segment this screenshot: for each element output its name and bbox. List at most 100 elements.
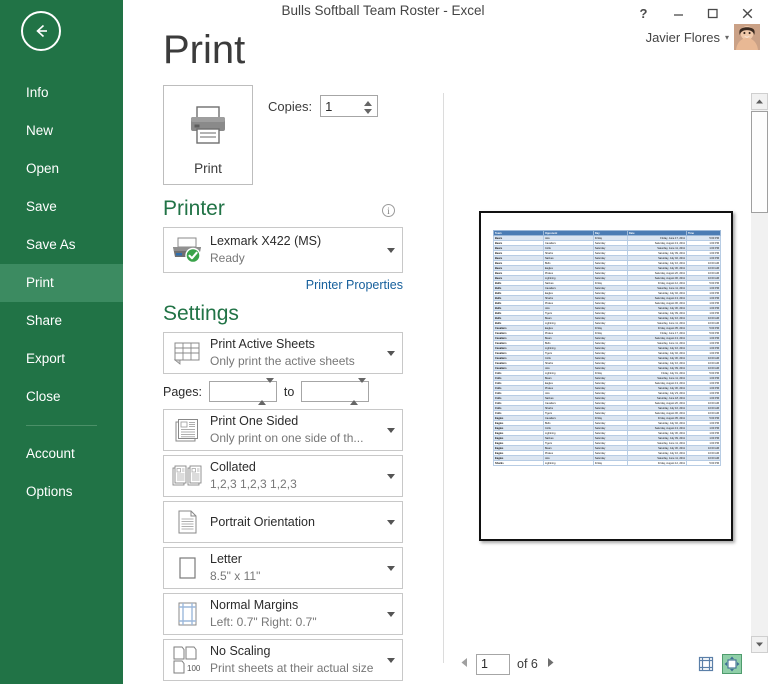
margins-subtitle: Left: 0.7" Right: 0.7" <box>210 614 380 631</box>
preview-table-body: BearsJetsFridayFriday, June 17, 20115:00… <box>494 236 721 466</box>
copies-input[interactable] <box>321 96 359 116</box>
printer-properties-row: Printer Properties <box>163 276 403 294</box>
zoom-to-page-icon[interactable] <box>722 654 742 674</box>
copies-spinner-arrows <box>362 97 374 117</box>
pages-range-row: Pages: to <box>163 381 403 402</box>
orientation-title: Portrait Orientation <box>210 514 380 531</box>
sidebar-item-close[interactable]: Close <box>0 378 123 416</box>
chevron-down-icon[interactable] <box>380 520 402 525</box>
back-arrow-icon[interactable] <box>21 11 61 51</box>
spinner-down-icon[interactable] <box>364 109 372 114</box>
printer-icon <box>185 104 231 153</box>
sidebar-item-open[interactable]: Open <box>0 150 123 188</box>
margins-select[interactable]: Normal Margins Left: 0.7" Right: 0.7" <box>163 593 403 635</box>
previous-page-icon[interactable] <box>455 655 473 673</box>
sidebar-item-new[interactable]: New <box>0 112 123 150</box>
print-sides-select[interactable]: Print One Sided Only print on one side o… <box>163 409 403 451</box>
next-page-icon[interactable] <box>542 655 560 673</box>
sidebar-item-label: Save <box>26 199 57 214</box>
chevron-down-icon[interactable] <box>380 351 402 356</box>
page-number-field[interactable] <box>476 654 510 675</box>
worksheet-icon <box>164 340 210 366</box>
pages-to-stepper[interactable] <box>301 381 369 402</box>
chevron-down-icon[interactable] <box>380 474 402 479</box>
user-name-label[interactable]: Javier Flores <box>646 30 720 45</box>
copies-label: Copies: <box>268 99 312 114</box>
printer-status: Ready <box>210 250 380 267</box>
margins-text: Normal Margins Left: 0.7" Right: 0.7" <box>210 597 380 631</box>
pages-from-spinner-arrows <box>258 378 274 405</box>
copies-stepper[interactable] <box>320 95 378 117</box>
table-cell: Friday <box>593 461 627 466</box>
avatar[interactable] <box>734 24 760 50</box>
sidebar-divider <box>26 425 97 426</box>
printer-properties-link[interactable]: Printer Properties <box>306 278 403 292</box>
spinner-up-icon[interactable] <box>258 383 266 405</box>
page-number-input[interactable] <box>477 655 509 674</box>
pages-label: Pages: <box>163 385 202 399</box>
scroll-down-icon[interactable] <box>751 636 768 653</box>
paper-size-text: Letter 8.5" x 11" <box>210 551 380 585</box>
table-row: SharksLightningFridayFriday, August 12, … <box>494 461 721 466</box>
chevron-down-icon[interactable] <box>380 248 402 253</box>
sidebar-item-save[interactable]: Save <box>0 188 123 226</box>
orientation-select[interactable]: Portrait Orientation <box>163 501 403 543</box>
chevron-down-icon[interactable]: ▾ <box>725 33 729 42</box>
sidebar-item-save-as[interactable]: Save As <box>0 226 123 264</box>
backstage-sidebar: Info New Open Save Save As Print Share E… <box>0 0 123 684</box>
paper-size-select[interactable]: Letter 8.5" x 11" <box>163 547 403 589</box>
sidebar-item-export[interactable]: Export <box>0 340 123 378</box>
close-icon[interactable] <box>732 0 762 24</box>
table-cell: Lightning <box>543 461 593 466</box>
margins-title: Normal Margins <box>210 597 380 614</box>
print-range-subtitle: Only print the active sheets <box>210 353 380 370</box>
preview-zoom-controls <box>696 654 742 674</box>
spinner-down-icon[interactable] <box>266 378 274 400</box>
svg-text:100: 100 <box>187 664 201 673</box>
pages-to-label: to <box>284 385 294 399</box>
preview-table: Team Opponent Day Date Time BearsJetsFri… <box>493 230 721 466</box>
scaling-select[interactable]: 100 No Scaling Print sheets at their act… <box>163 639 403 681</box>
info-icon[interactable]: i <box>382 204 395 217</box>
printer-select[interactable]: Lexmark X422 (MS) Ready <box>163 227 403 273</box>
table-cell: Friday, August 12, 2011 <box>627 461 686 466</box>
print-range-title: Print Active Sheets <box>210 336 380 353</box>
print-preview-pane: Team Opponent Day Date Time BearsJetsFri… <box>455 93 738 646</box>
preview-scrollbar[interactable] <box>751 93 768 653</box>
minimize-icon[interactable] <box>663 0 693 24</box>
chevron-down-icon[interactable] <box>380 658 402 663</box>
print-button[interactable]: Print <box>163 85 253 185</box>
pages-to-input[interactable] <box>302 382 350 401</box>
show-margins-icon[interactable] <box>696 654 716 674</box>
restore-icon[interactable] <box>698 0 728 24</box>
print-range-select[interactable]: Print Active Sheets Only print the activ… <box>163 332 403 374</box>
sidebar-item-label: Open <box>26 161 59 176</box>
print-button-label: Print <box>164 161 252 176</box>
pages-from-input[interactable] <box>210 382 258 401</box>
scrollbar-thumb[interactable] <box>751 111 768 213</box>
spinner-down-icon[interactable] <box>358 378 366 400</box>
collation-select[interactable]: Collated 1,2,3 1,2,3 1,2,3 <box>163 455 403 497</box>
sidebar-item-info[interactable]: Info <box>0 74 123 112</box>
sidebar-item-label: Share <box>26 313 62 328</box>
chevron-down-icon[interactable] <box>380 428 402 433</box>
sidebar-item-account[interactable]: Account <box>0 435 123 473</box>
printer-info: Lexmark X422 (MS) Ready <box>210 233 380 267</box>
preview-bottom-bar: of 6 <box>455 652 755 676</box>
sidebar-item-options[interactable]: Options <box>0 473 123 511</box>
paper-size-title: Letter <box>210 551 380 568</box>
sidebar-item-share[interactable]: Share <box>0 302 123 340</box>
chevron-down-icon[interactable] <box>380 612 402 617</box>
print-range-text: Print Active Sheets Only print the activ… <box>210 336 380 370</box>
spinner-up-icon[interactable] <box>364 101 372 106</box>
page-title: Print <box>163 28 245 73</box>
printer-name: Lexmark X422 (MS) <box>210 233 380 250</box>
pages-from-stepper[interactable] <box>209 381 277 402</box>
chevron-down-icon[interactable] <box>380 566 402 571</box>
preview-page[interactable]: Team Opponent Day Date Time BearsJetsFri… <box>479 211 733 541</box>
table-cell: 5:00 PM <box>686 461 720 466</box>
scroll-up-icon[interactable] <box>751 93 768 110</box>
user-account-area[interactable]: Javier Flores ▾ <box>646 24 760 50</box>
help-icon[interactable]: ? <box>629 0 659 24</box>
sidebar-item-print[interactable]: Print <box>0 264 123 302</box>
